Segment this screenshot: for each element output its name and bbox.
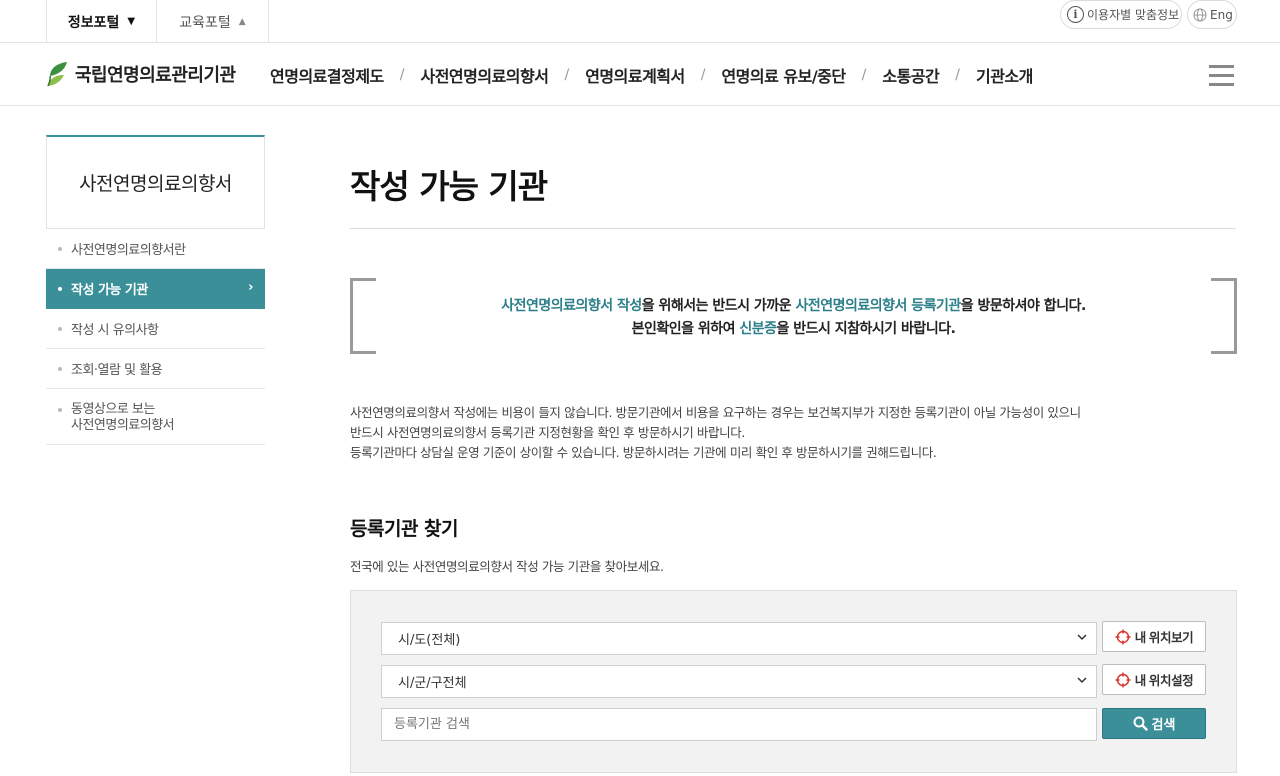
custom-info-button[interactable]: i 이용자별 맞춤정보 <box>1060 0 1182 29</box>
portal-tab-info-label: 정보포털 <box>67 14 120 31</box>
notice-bracket-left <box>350 278 376 354</box>
sub-nav-item-label: 작성 가능 기관 <box>71 283 148 298</box>
sido-select[interactable]: 시/도(전체) <box>381 622 1097 655</box>
bullet-icon <box>58 366 62 371</box>
chevron-down-icon <box>1077 677 1087 684</box>
search-button-label: 검색 <box>1151 717 1176 732</box>
sigungu-select-value: 시/군/구전체 <box>398 676 467 691</box>
sub-nav-item-label: 사전연명의료의향서란 <box>71 243 186 258</box>
caret-down-icon: ▼ <box>127 16 136 27</box>
english-button[interactable]: Eng <box>1187 0 1237 29</box>
sub-nav-list: 사전연명의료의향서란 작성 가능 기관 › 작성 시 유의사항 조회·열람 및 … <box>46 229 265 445</box>
nav-item-care-plan[interactable]: 연명의료계획서 <box>585 63 685 87</box>
notice-text: 을 위해서는 반드시 가까운 <box>641 298 796 314</box>
institution-search-panel: 시/도(전체) 내 위치보기 시/군/구전체 내 위치설정 등록기관 검색 검색 <box>350 590 1237 773</box>
sub-nav-item-lookup[interactable]: 조회·열람 및 활용 <box>46 349 265 389</box>
sub-nav-item-available-institutions[interactable]: 작성 가능 기관 › <box>46 269 265 309</box>
sub-nav-item-label-line1: 동영상으로 보는 <box>71 402 155 417</box>
bullet-icon <box>58 408 62 412</box>
notice-text: 을 방문하셔야 합니다. <box>960 298 1087 314</box>
description-line: 반드시 사전연명의료의향서 등록기관 지정현황을 확인 후 방문하시기 바랍니다… <box>350 425 745 440</box>
sigungu-select[interactable]: 시/군/구전체 <box>381 665 1097 698</box>
hamburger-menu-icon[interactable] <box>1209 65 1234 86</box>
nav-item-advance-directive[interactable]: 사전연명의료의향서 <box>420 63 548 87</box>
sub-nav-item-label: 조회·열람 및 활용 <box>71 363 163 378</box>
caret-up-icon: ▲ <box>238 16 246 27</box>
crosshair-icon <box>1115 629 1131 644</box>
my-location-set-label: 내 위치설정 <box>1134 674 1194 688</box>
chevron-down-icon <box>1077 634 1087 641</box>
notice-line-2: 본인확인을 위하여 신분증을 반드시 지참하시기 바랍니다. <box>350 318 1237 338</box>
portal-tab-education[interactable]: 교육포털 ▲ <box>157 0 269 43</box>
notice-box: 사전연명의료의향서 작성을 위해서는 반드시 가까운 사전연명의료의향서 등록기… <box>350 278 1237 354</box>
description-line: 등록기관마다 상담실 운영 기준이 상이할 수 있습니다. 방문하시려는 기관에… <box>350 445 937 460</box>
nav-separator: / <box>861 67 867 83</box>
search-button[interactable]: 검색 <box>1102 708 1206 739</box>
sub-nav-item-label: 작성 시 유의사항 <box>71 323 159 338</box>
nav-item-community[interactable]: 소통공간 <box>882 63 939 87</box>
search-icon <box>1133 716 1148 731</box>
my-location-view-label: 내 위치보기 <box>1134 631 1194 645</box>
section-title: 등록기관 찾기 <box>350 518 459 540</box>
description-line: 사전연명의료의향서 작성에는 비용이 들지 않습니다. 방문기관에서 비용을 요… <box>350 405 1081 420</box>
site-logo[interactable]: 국립연명의료관리기관 <box>46 60 236 88</box>
sub-nav-item-precautions[interactable]: 작성 시 유의사항 <box>46 309 265 349</box>
english-label: Eng <box>1210 7 1233 22</box>
institution-search-input[interactable] <box>381 708 1097 741</box>
sub-nav-title: 사전연명의료의향서 <box>46 135 265 229</box>
title-divider <box>350 228 1236 229</box>
nav-item-withholding[interactable]: 연명의료 유보/중단 <box>721 63 846 87</box>
sub-nav-item-video[interactable]: 동영상으로 보는 사전연명의료의향서 <box>46 389 265 445</box>
description-text: 사전연명의료의향서 작성에는 비용이 들지 않습니다. 방문기관에서 비용을 요… <box>350 403 1081 463</box>
nav-item-decision-system[interactable]: 연명의료결정제도 <box>270 63 384 87</box>
sub-nav-item-about-directive[interactable]: 사전연명의료의향서란 <box>46 229 265 269</box>
notice-highlight: 사전연명의료의향서 등록기관 <box>795 298 961 314</box>
leaf-logo-icon <box>47 62 67 87</box>
nav-separator: / <box>564 67 570 83</box>
custom-info-label: 이용자별 맞춤정보 <box>1087 8 1180 22</box>
logo-text: 국립연명의료관리기관 <box>75 65 236 86</box>
notice-text: 본인확인을 위하여 <box>631 321 740 337</box>
site-header: 국립연명의료관리기관 연명의료결정제도 / 사전연명의료의향서 / 연명의료계획… <box>0 43 1280 106</box>
portal-tab-education-label: 교육포털 <box>179 14 231 31</box>
nav-separator: / <box>399 67 405 83</box>
globe-icon <box>1193 8 1207 21</box>
portal-tab-info[interactable]: 정보포털 ▼ <box>46 0 157 43</box>
notice-highlight: 사전연명의료의향서 작성 <box>501 298 642 314</box>
nav-separator: / <box>955 67 960 83</box>
nav-item-about[interactable]: 기관소개 <box>976 63 1033 87</box>
bullet-icon <box>58 326 62 331</box>
sub-nav-item-label: 동영상으로 보는 사전연명의료의향서 <box>71 402 175 434</box>
chevron-right-icon: › <box>248 280 253 295</box>
notice-line-1: 사전연명의료의향서 작성을 위해서는 반드시 가까운 사전연명의료의향서 등록기… <box>350 295 1237 315</box>
nav-separator: / <box>700 67 706 83</box>
sido-select-value: 시/도(전체) <box>398 633 461 648</box>
sub-nav-item-label-line2: 사전연명의료의향서 <box>71 418 175 433</box>
page-title: 작성 가능 기관 <box>350 167 548 206</box>
my-location-view-button[interactable]: 내 위치보기 <box>1102 621 1206 652</box>
crosshair-icon <box>1115 672 1131 687</box>
notice-highlight: 신분증 <box>739 321 777 337</box>
section-description: 전국에 있는 사전연명의료의향서 작성 가능 기관을 찾아보세요. <box>350 559 664 574</box>
notice-text: 을 반드시 지참하시기 바랍니다. <box>776 321 956 337</box>
notice-bracket-right <box>1211 278 1237 354</box>
info-icon: i <box>1067 6 1084 23</box>
bullet-icon <box>58 246 62 251</box>
bullet-icon <box>58 286 62 291</box>
main-navigation: 연명의료결정제도 / 사전연명의료의향서 / 연명의료계획서 / 연명의료 유보… <box>270 63 1033 87</box>
top-utility-bar: 정보포털 ▼ 교육포털 ▲ i 이용자별 맞춤정보 Eng <box>0 0 1280 43</box>
my-location-set-button[interactable]: 내 위치설정 <box>1102 664 1206 695</box>
